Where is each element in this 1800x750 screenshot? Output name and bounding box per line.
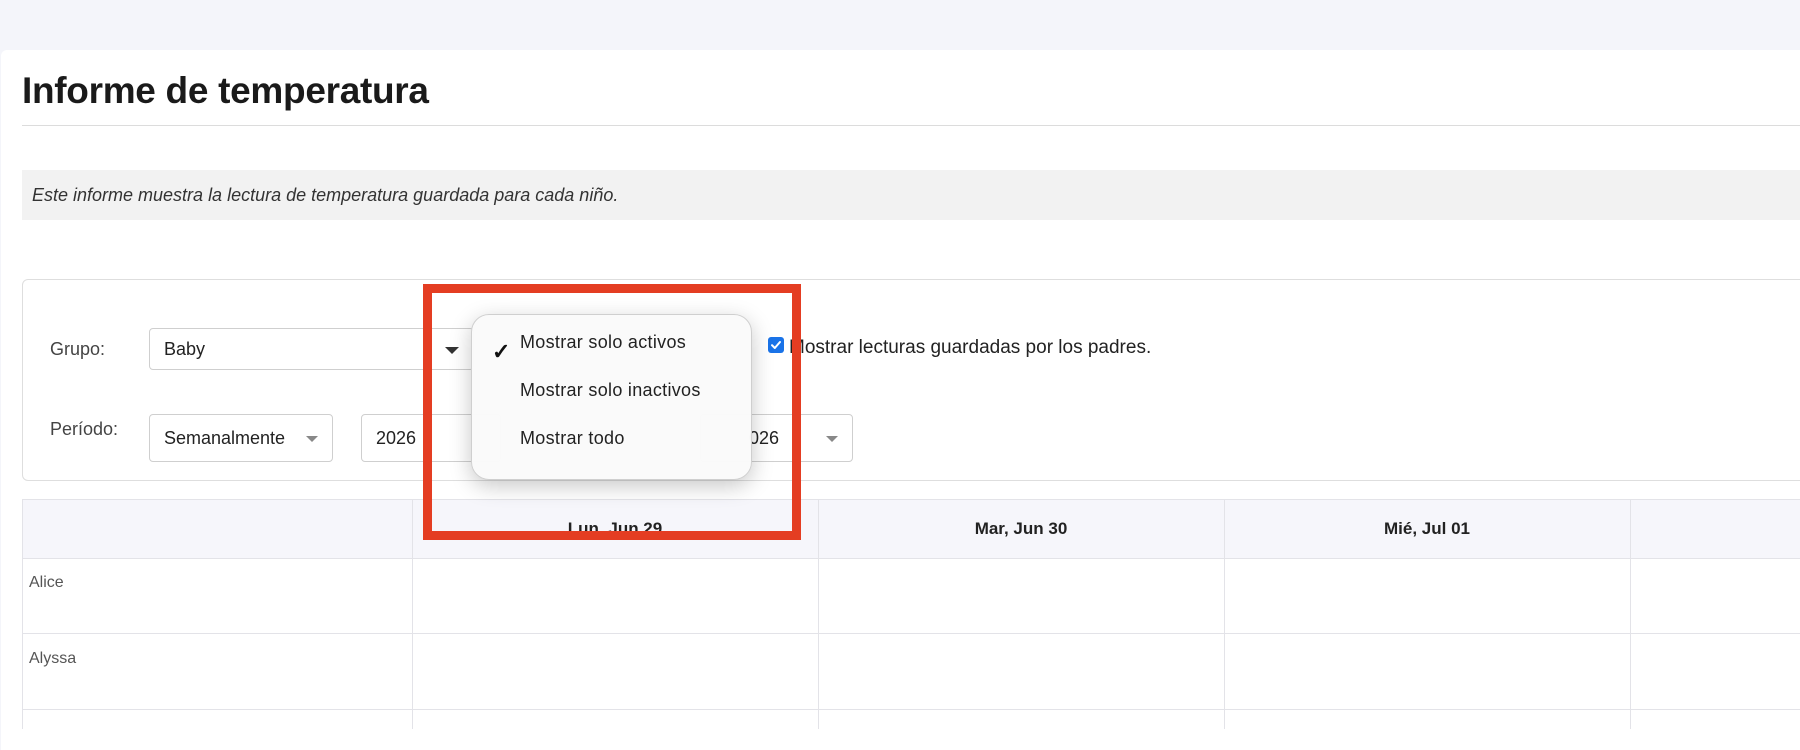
table-row: Alyssa [29,650,77,667]
column-header-date: J [1630,519,1800,539]
title-divider [22,125,1800,126]
group-select-value: Baby [164,338,206,359]
period-select-value: Semanalmente [164,427,286,448]
table-row: Alice [29,574,64,591]
chevron-down-icon [306,436,318,442]
start-date-value: 2026 [376,427,417,448]
info-text: Este informe muestra la lectura de tempe… [32,184,619,205]
period-select[interactable]: Semanalmente [149,414,333,462]
period-label: Período: [50,419,119,439]
chevron-down-icon [826,436,838,442]
temperature-table: Lun, Jun 29 Mar, Jun 30 Mié, Jul 01 J Al… [22,499,1800,729]
page-title: Informe de temperatura [22,70,429,111]
info-banner: Este informe muestra la lectura de tempe… [22,170,1800,220]
highlight-box [423,284,801,540]
column-header-date: Mié, Jul 01 [1384,519,1470,538]
group-label: Grupo: [50,339,106,359]
parents-readings-label: Mostrar lecturas guardadas por los padre… [789,337,1152,358]
column-header-date: Mar, Jun 30 [974,519,1068,538]
